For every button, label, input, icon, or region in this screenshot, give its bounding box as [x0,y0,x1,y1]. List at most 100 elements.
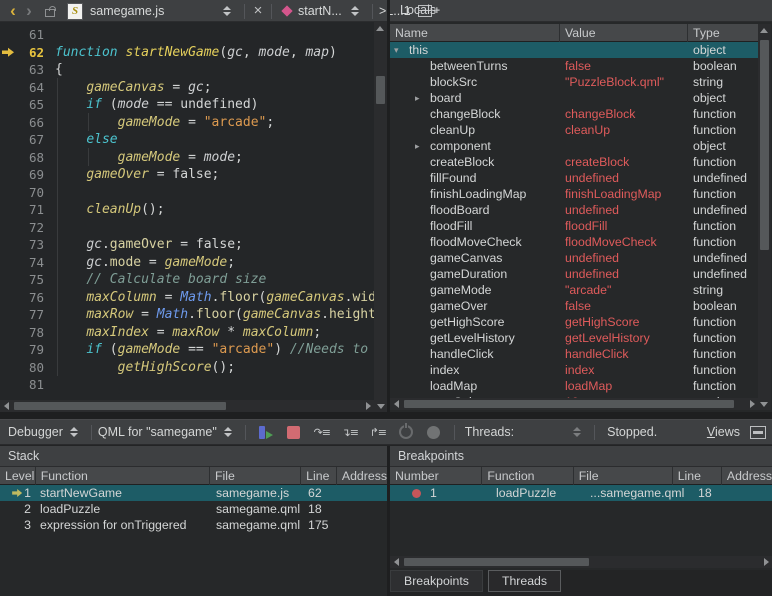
continue-button[interactable] [255,423,277,441]
locals-row[interactable]: getLevelHistorygetLevelHistoryfunction [390,330,758,346]
line-number[interactable]: 68 [0,149,48,167]
code-line[interactable] [55,219,374,237]
locals-row[interactable]: floodMoveCheckfloodMoveCheckfunction [390,234,758,250]
locals-row[interactable]: floodFillfloodFillfunction [390,218,758,234]
line-number[interactable]: 70 [0,184,48,202]
column-header-value[interactable]: Value [560,24,688,42]
line-number[interactable]: 67 [0,131,48,149]
close-document-icon[interactable]: × [251,2,265,20]
locals-row[interactable]: loadMaploadMapfunction [390,378,758,394]
line-number[interactable]: 80 [0,359,48,377]
scrollbar-thumb[interactable] [760,40,769,250]
collapse-icon[interactable]: ▾ [394,45,409,56]
line-number[interactable]: 76 [0,289,48,307]
code-line[interactable] [55,184,374,202]
code-line[interactable]: gameCanvas = gc; [55,79,374,97]
threads-selector[interactable] [514,424,588,440]
code-line[interactable]: gameOver = false; [55,166,374,184]
scroll-down-icon[interactable] [758,398,770,410]
code-line[interactable]: gameMode = mode; [55,149,374,167]
breakpoint-dot-icon[interactable] [412,489,421,498]
tab-breakpoints[interactable]: Breakpoints [390,570,483,592]
column-header-line[interactable]: Line [673,467,722,485]
line-number[interactable]: 79 [0,341,48,359]
column-header-type[interactable]: Type [688,24,758,42]
line-number[interactable]: 65 [0,96,48,114]
column-header-address[interactable]: Address [337,467,387,485]
column-header-file[interactable]: File [574,467,673,485]
stack-frame-row[interactable]: 1startNewGamesamegame.js62 [0,485,387,501]
forward-button[interactable]: › [21,1,37,21]
line-number[interactable]: 74 [0,254,48,272]
scroll-up-icon[interactable] [758,24,770,36]
line-number[interactable]: 66 [0,114,48,132]
breakpoint-rows[interactable]: 1loadPuzzle...samegame.qml18 [390,485,772,501]
code-line[interactable]: cleanUp(); [55,201,374,219]
line-number[interactable]: 75 [0,271,48,289]
locals-column-headers[interactable]: Name Value Type [390,24,758,42]
symbol-selector[interactable]: startN... [298,4,344,18]
line-number[interactable]: 72 [0,219,48,237]
locals-tree[interactable]: ▾thisobjectbetweenTurnsfalsebooleanblock… [390,42,758,398]
scrollbar-thumb[interactable] [376,76,385,104]
column-header-number[interactable]: Number [390,467,482,485]
expand-icon[interactable]: ▸ [415,141,430,152]
locals-row[interactable]: fillFoundundefinedundefined [390,170,758,186]
code-line[interactable] [55,26,374,44]
locals-row[interactable]: gameCanvasundefinedundefined [390,250,758,266]
editor-horizontal-scrollbar[interactable] [0,400,374,412]
stack-rows[interactable]: 1startNewGamesamegame.js622loadPuzzlesam… [0,485,387,533]
scrollbar-thumb[interactable] [404,558,589,566]
column-header-function[interactable]: Function [482,467,573,485]
views-button[interactable]: Views [707,425,740,439]
locals-vertical-scrollbar[interactable] [758,24,771,410]
editor-vertical-scrollbar[interactable] [374,22,387,400]
code-line[interactable]: // Calculate board size [55,271,374,289]
chevron-updown-icon[interactable] [224,427,232,437]
locals-row[interactable]: getHighScoregetHighScorefunction [390,314,758,330]
locals-row[interactable]: changeBlockchangeBlockfunction [390,106,758,122]
locals-row[interactable]: handleClickhandleClickfunction [390,346,758,362]
step-over-button[interactable]: ↷≡ [311,423,333,441]
scroll-left-icon[interactable] [390,556,402,568]
code-line[interactable]: else [55,131,374,149]
code-line[interactable]: { [55,61,374,79]
scroll-right-icon[interactable] [746,398,758,410]
scrollbar-thumb[interactable] [404,400,734,408]
breakpoints-column-headers[interactable]: Number Function File Line Address [390,467,772,485]
views-window-icon[interactable] [750,426,766,439]
column-header-line[interactable]: Line [301,467,337,485]
locals-row[interactable]: createBlockcreateBlockfunction [390,154,758,170]
back-button[interactable]: ‹ [5,1,21,21]
locals-row[interactable]: ▸componentobject [390,138,758,154]
step-into-button[interactable]: ↴≡ [339,423,361,441]
locals-row[interactable]: gameDurationundefinedundefined [390,266,758,282]
line-number[interactable]: 73 [0,236,48,254]
code-line[interactable] [55,376,374,394]
line-number[interactable]: 81 [0,376,48,394]
line-number[interactable]: 69 [0,166,48,184]
tab-threads[interactable]: Threads [488,570,561,592]
expand-icon[interactable]: ▸ [415,93,430,104]
column-header-name[interactable]: Name [390,24,560,42]
restart-button[interactable] [395,423,417,441]
locals-row[interactable]: ▸boardobject [390,90,758,106]
stack-column-headers[interactable]: Level Function File Line Address [0,467,387,485]
chevron-updown-icon[interactable] [351,6,359,16]
line-number[interactable]: 62 [0,44,48,62]
scroll-right-icon[interactable] [362,400,374,412]
code-line[interactable]: maxRow = Math.floor(gameCanvas.height/ga… [55,306,374,324]
debugger-mode-selector[interactable]: Debugger [8,425,63,439]
stack-frame-row[interactable]: 3expression for onTriggeredsamegame.qml1… [0,517,387,533]
locals-horizontal-scrollbar[interactable] [390,398,758,410]
breakpoint-row[interactable]: 1loadPuzzle...samegame.qml18 [390,485,772,501]
open-document-selector[interactable]: samegame.js [90,4,202,18]
code-line[interactable]: gameMode = "arcade"; [55,114,374,132]
code-line[interactable]: maxIndex = maxRow * maxColumn; [55,324,374,342]
locals-row[interactable]: gameOverfalseboolean [390,298,758,314]
locals-row[interactable]: blockSrc"PuzzleBlock.qml"string [390,74,758,90]
line-number[interactable]: 61 [0,26,48,44]
scroll-left-icon[interactable] [390,398,402,410]
line-number[interactable]: 78 [0,324,48,342]
stack-frame-row[interactable]: 2loadPuzzlesamegame.qml18 [0,501,387,517]
